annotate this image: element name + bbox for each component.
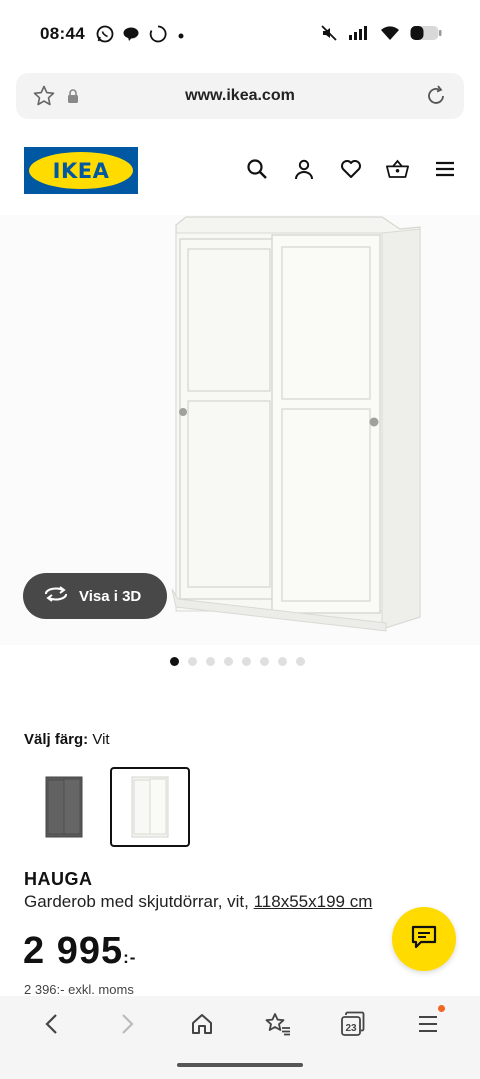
dot-icon: [176, 28, 186, 46]
whatsapp-icon: [96, 25, 114, 48]
bookmarks-icon[interactable]: [264, 1010, 292, 1038]
wifi-icon: [380, 25, 400, 46]
carousel-dot[interactable]: [278, 657, 287, 666]
logo-oval: IKEA: [29, 152, 133, 189]
carousel-dot[interactable]: [242, 657, 251, 666]
view-3d-button[interactable]: Visa i 3D: [23, 573, 167, 619]
battery-icon: [410, 25, 442, 46]
site-header: IKEA: [0, 125, 480, 215]
status-time: 08:44: [40, 24, 85, 43]
product-description: Garderob med skjutdörrar, vit, 118x55x19…: [24, 892, 372, 912]
product-dimensions-link[interactable]: 118x55x199 cm: [254, 892, 373, 911]
address-bar[interactable]: www.ikea.com: [16, 73, 464, 119]
notification-badge: [438, 1005, 446, 1012]
dark-grey-wardrobe-thumb: [45, 776, 83, 838]
home-icon[interactable]: [188, 1010, 216, 1038]
user-icon[interactable]: [292, 157, 315, 180]
mute-icon: [320, 24, 338, 47]
price-excl-vat: 2 396:- exkl. moms: [24, 982, 134, 997]
product-name: HAUGA: [24, 869, 93, 889]
menu-icon[interactable]: [433, 157, 456, 180]
search-icon[interactable]: [245, 157, 268, 180]
tabs-icon[interactable]: 23: [339, 1010, 367, 1038]
product-description-text: Garderob med skjutdörrar, vit,: [24, 892, 249, 911]
color-swatch-white[interactable]: [110, 767, 190, 847]
carousel-dots: [170, 657, 305, 666]
status-right-icons: [320, 24, 442, 47]
color-label: Välj färg:: [24, 731, 89, 748]
white-wardrobe-thumb: [131, 776, 169, 838]
signal-icon: [348, 25, 370, 46]
sync-circle-icon: [148, 24, 168, 49]
carousel-dot[interactable]: [224, 657, 233, 666]
rotate-3d-icon: [43, 585, 69, 607]
color-swatch-dark-grey[interactable]: [24, 767, 104, 847]
carousel-dot[interactable]: [296, 657, 305, 666]
carousel-dot[interactable]: [188, 657, 197, 666]
bottom-nav-icons: 23: [0, 1005, 480, 1038]
price-value: 2 995: [23, 930, 124, 972]
carousel-dot[interactable]: [206, 657, 215, 666]
logo-text: IKEA: [52, 158, 110, 183]
ikea-logo[interactable]: IKEA: [24, 147, 138, 194]
heart-icon[interactable]: [339, 157, 362, 180]
color-selection-label: Välj färg: Vit: [24, 731, 110, 748]
chat-bubble-icon: [122, 25, 140, 48]
status-left-icons: [96, 24, 186, 49]
carousel-dot[interactable]: [170, 657, 179, 666]
chat-button[interactable]: [392, 907, 456, 971]
basket-icon[interactable]: [386, 157, 409, 180]
view-3d-label: Visa i 3D: [79, 587, 142, 605]
product-price: 2 995:-: [23, 930, 136, 973]
tab-count: 23: [345, 1023, 357, 1034]
header-icons: [245, 157, 456, 180]
carousel-dot[interactable]: [260, 657, 269, 666]
home-indicator[interactable]: [177, 1063, 303, 1067]
chat-icon: [411, 925, 437, 954]
price-suffix: :-: [123, 948, 137, 967]
forward-icon[interactable]: [113, 1010, 141, 1038]
status-bar: 08:44: [0, 0, 480, 68]
back-icon[interactable]: [38, 1010, 66, 1038]
color-value: Vit: [92, 731, 110, 748]
reload-icon[interactable]: [424, 84, 448, 113]
browser-menu-icon[interactable]: [414, 1005, 446, 1038]
url-text[interactable]: www.ikea.com: [16, 87, 464, 105]
